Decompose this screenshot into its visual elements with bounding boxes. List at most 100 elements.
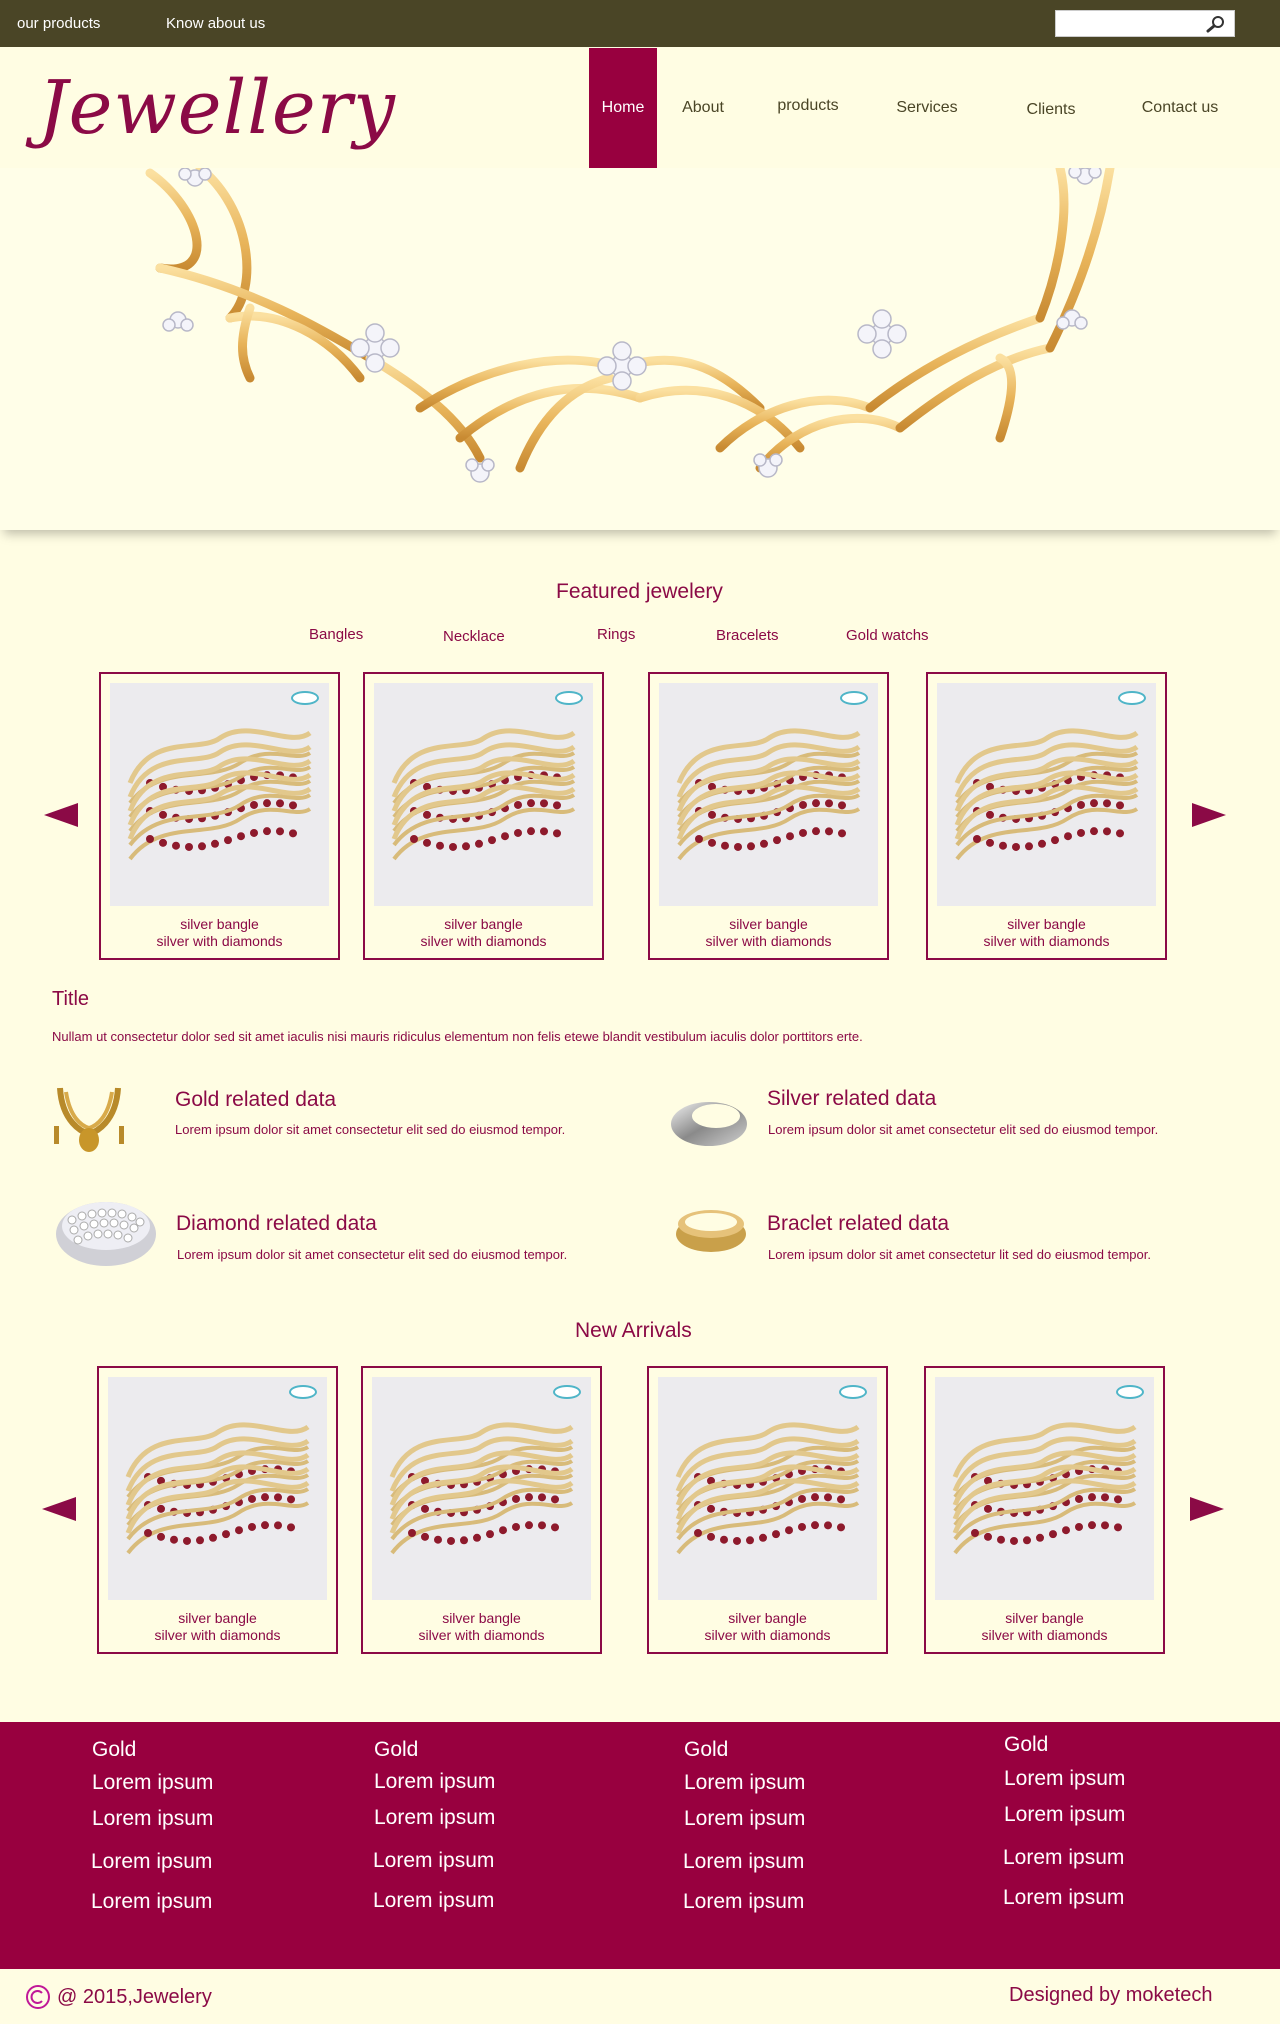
card-subtitle: silver with diamonds bbox=[154, 1627, 281, 1643]
card-subtitle: silver with diamonds bbox=[983, 933, 1110, 949]
arrivals-prev-arrow-icon[interactable] bbox=[42, 1497, 76, 1521]
card-title: silver bangle bbox=[442, 1610, 521, 1626]
card-subtitle: silver with diamonds bbox=[156, 933, 283, 949]
bangle-image[interactable] bbox=[374, 683, 593, 906]
hero-banner bbox=[0, 163, 1280, 530]
copyright: @ 2015,Jewelery bbox=[25, 1984, 212, 2010]
copyright-text: @ 2015,Jewelery bbox=[57, 1985, 212, 2008]
brand-badge-icon bbox=[839, 1385, 867, 1399]
bangle-image[interactable] bbox=[108, 1377, 327, 1600]
card-title: silver bangle bbox=[178, 1610, 257, 1626]
footer-link[interactable]: Lorem ipsum bbox=[92, 1807, 213, 1831]
card-subtitle: silver with diamonds bbox=[704, 1627, 831, 1643]
bangle-image[interactable] bbox=[659, 683, 878, 906]
tab-rings[interactable]: Rings bbox=[597, 626, 635, 643]
footer-col-heading: Gold bbox=[1004, 1733, 1049, 1756]
necklace-image bbox=[145, 163, 1115, 483]
footer-link[interactable]: Lorem ipsum bbox=[374, 1770, 495, 1794]
silver-ring-icon bbox=[671, 1102, 747, 1146]
gold-necklace-icon bbox=[54, 1087, 124, 1152]
footer-link[interactable]: Lorem ipsum bbox=[684, 1807, 805, 1831]
nav-home[interactable]: Home bbox=[589, 48, 657, 168]
top-bar: our products Know about us bbox=[0, 0, 1280, 47]
know-about-us-link[interactable]: Know about us bbox=[166, 15, 265, 32]
search-icon[interactable] bbox=[1206, 15, 1226, 38]
featured-card[interactable]: silver bangle silver with diamonds bbox=[363, 672, 604, 960]
footer-link[interactable]: Lorem ipsum bbox=[683, 1850, 804, 1874]
brand-badge-icon bbox=[840, 691, 868, 705]
arrival-card[interactable]: silver bangle silver with diamonds bbox=[647, 1366, 888, 1654]
search-box bbox=[1055, 10, 1235, 37]
brand-badge-icon bbox=[553, 1385, 581, 1399]
tab-bangles[interactable]: Bangles bbox=[309, 626, 363, 643]
footer-link[interactable]: Lorem ipsum bbox=[684, 1771, 805, 1795]
featured-next-arrow-icon[interactable] bbox=[1192, 803, 1226, 827]
our-products-link[interactable]: our products bbox=[17, 15, 100, 32]
nav-services[interactable]: Services bbox=[888, 48, 966, 168]
new-arrivals-title: New Arrivals bbox=[575, 1319, 692, 1342]
nav-about[interactable]: About bbox=[672, 48, 734, 168]
nav-products[interactable]: products bbox=[770, 46, 846, 166]
bangle-image[interactable] bbox=[658, 1377, 877, 1600]
footer-link[interactable]: Lorem ipsum bbox=[1004, 1803, 1125, 1827]
nav-clients[interactable]: Clients bbox=[1018, 50, 1084, 170]
card-title: silver bangle bbox=[728, 1610, 807, 1626]
footer-link[interactable]: Lorem ipsum bbox=[1004, 1767, 1125, 1791]
featured-prev-arrow-icon[interactable] bbox=[44, 803, 78, 827]
card-subtitle: silver with diamonds bbox=[418, 1627, 545, 1643]
brand-badge-icon bbox=[1116, 1385, 1144, 1399]
arrival-card[interactable]: silver bangle silver with diamonds bbox=[97, 1366, 338, 1654]
footer-link[interactable]: Lorem ipsum bbox=[683, 1890, 804, 1914]
diamond-feature-title: Diamond related data bbox=[176, 1212, 377, 1235]
featured-card[interactable]: silver bangle silver with diamonds bbox=[926, 672, 1167, 960]
footer-col-heading: Gold bbox=[684, 1738, 729, 1761]
diamond-feature-desc: Lorem ipsum dolor sit amet consectetur e… bbox=[177, 1247, 568, 1262]
bracelet-feature-title: Braclet related data bbox=[767, 1212, 950, 1235]
footer-link[interactable]: Lorem ipsum bbox=[373, 1849, 494, 1873]
arrivals-next-arrow-icon[interactable] bbox=[1190, 1497, 1224, 1521]
footer-link[interactable]: Lorem ipsum bbox=[91, 1850, 212, 1874]
featured-card[interactable]: silver bangle silver with diamonds bbox=[99, 672, 340, 960]
brand-badge-icon bbox=[555, 691, 583, 705]
bangle-image[interactable] bbox=[937, 683, 1156, 906]
card-title: silver bangle bbox=[1007, 916, 1086, 932]
tab-bracelets[interactable]: Bracelets bbox=[716, 627, 779, 644]
brand-badge-icon bbox=[291, 691, 319, 705]
footer-col-heading: Gold bbox=[92, 1738, 137, 1761]
site-logo[interactable]: Jewellery bbox=[38, 65, 396, 151]
card-subtitle: silver with diamonds bbox=[705, 933, 832, 949]
intro-title: Title bbox=[52, 988, 90, 1010]
diamond-ring-icon bbox=[56, 1202, 156, 1266]
brand-badge-icon bbox=[289, 1385, 317, 1399]
intro-text: Nullam ut consectetur dolor sed sit amet… bbox=[52, 1029, 863, 1044]
designed-by: Designed by moketech bbox=[1009, 1984, 1213, 2006]
footer-link[interactable]: Lorem ipsum bbox=[1003, 1846, 1124, 1870]
footer-link[interactable]: Lorem ipsum bbox=[92, 1771, 213, 1795]
bangle-image[interactable] bbox=[110, 683, 329, 906]
nav-contact-us[interactable]: Contact us bbox=[1138, 48, 1222, 168]
silver-feature-desc: Lorem ipsum dolor sit amet consectetur e… bbox=[768, 1122, 1159, 1137]
footer-link[interactable]: Lorem ipsum bbox=[91, 1890, 212, 1914]
bangle-image[interactable] bbox=[935, 1377, 1154, 1600]
silver-feature-title: Silver related data bbox=[767, 1087, 937, 1110]
bangle-image[interactable] bbox=[372, 1377, 591, 1600]
tab-necklace[interactable]: Necklace bbox=[443, 628, 505, 645]
footer-link[interactable]: Lorem ipsum bbox=[374, 1806, 495, 1830]
brand-badge-icon bbox=[1118, 691, 1146, 705]
footer-col-heading: Gold bbox=[374, 1738, 419, 1761]
card-title: silver bangle bbox=[729, 916, 808, 932]
gold-bracelet-icon bbox=[676, 1210, 746, 1252]
footer-link[interactable]: Lorem ipsum bbox=[373, 1889, 494, 1913]
card-title: silver bangle bbox=[180, 916, 259, 932]
bracelet-feature-desc: Lorem ipsum dolor sit amet consectetur l… bbox=[768, 1247, 1151, 1262]
footer-link[interactable]: Lorem ipsum bbox=[1003, 1886, 1124, 1910]
tab-gold-watchs[interactable]: Gold watchs bbox=[846, 627, 929, 644]
featured-title: Featured jewelery bbox=[556, 580, 723, 603]
gold-feature-desc: Lorem ipsum dolor sit amet consectetur e… bbox=[175, 1122, 566, 1137]
featured-card[interactable]: silver bangle silver with diamonds bbox=[648, 672, 889, 960]
arrival-card[interactable]: silver bangle silver with diamonds bbox=[361, 1366, 602, 1654]
card-title: silver bangle bbox=[1005, 1610, 1084, 1626]
search-input[interactable] bbox=[1056, 11, 1196, 36]
arrival-card[interactable]: silver bangle silver with diamonds bbox=[924, 1366, 1165, 1654]
card-title: silver bangle bbox=[444, 916, 523, 932]
